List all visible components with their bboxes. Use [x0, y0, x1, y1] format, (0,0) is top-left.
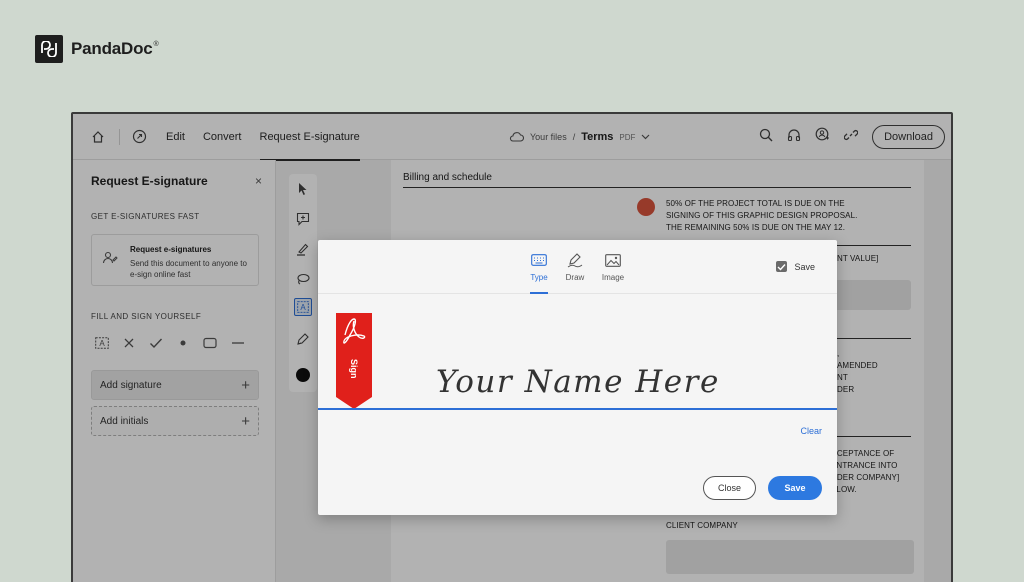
signature-baseline [318, 408, 837, 410]
brand-name: PandaDoc [71, 39, 153, 58]
keyboard-icon [519, 250, 559, 270]
pandadoc-logo-icon [35, 35, 63, 63]
signature-dialog-header: Type Draw Image Save [318, 240, 837, 294]
image-icon [593, 250, 633, 270]
brand: PandaDoc ® [35, 35, 159, 63]
signature-dialog: Type Draw Image Save Sign Your Name Here… [318, 240, 837, 515]
close-button[interactable]: Close [703, 476, 756, 500]
typed-signature[interactable]: Your Name Here [436, 364, 720, 400]
pen-draw-icon [555, 250, 595, 270]
save-checkbox-label: Save [794, 261, 815, 272]
save-button[interactable]: Save [768, 476, 822, 500]
ribbon-text: Sign [349, 359, 359, 379]
clear-link[interactable]: Clear [800, 426, 822, 436]
save-signature-checkbox[interactable]: Save [776, 261, 815, 272]
tab-image[interactable]: Image [593, 250, 633, 282]
tab-draw[interactable]: Draw [555, 250, 595, 282]
checkbox-checked-icon [776, 261, 788, 272]
tab-type[interactable]: Type [519, 250, 559, 294]
acrobat-sign-ribbon: Sign [336, 313, 372, 409]
trademark-mark: ® [153, 41, 159, 48]
